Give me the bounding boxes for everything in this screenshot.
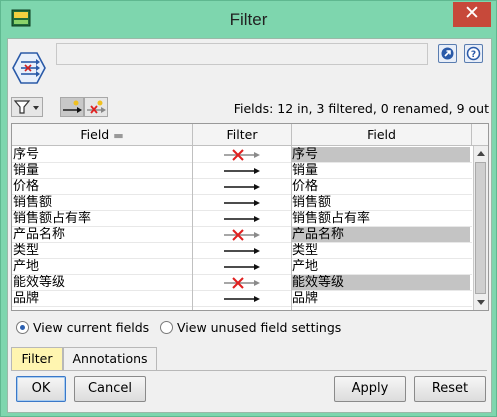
pass-toggle[interactable] [193, 179, 291, 195]
table-row[interactable]: 能效等级 能效等级 [12, 275, 472, 291]
output-field-name[interactable]: 销售额 [292, 195, 470, 211]
header-corner [472, 124, 488, 146]
scroll-up-icon[interactable] [474, 147, 488, 161]
input-field-name: 销售额 [13, 195, 53, 210]
input-field-name: 产地 [13, 259, 40, 274]
pass-toggle[interactable] [193, 243, 291, 259]
close-button[interactable]: ✕ [453, 2, 491, 27]
pass-arrow-icon [224, 200, 260, 206]
cancel-button[interactable]: Cancel [74, 376, 146, 402]
discard-all-icon [87, 100, 106, 114]
apply-button[interactable]: Apply [334, 376, 406, 402]
table-row[interactable]: 销售额占有率 销售额占有率 [12, 211, 472, 227]
output-field-name[interactable]: 品牌 [292, 291, 470, 307]
help-icon: ? [466, 46, 481, 61]
discard-all-button[interactable] [84, 97, 108, 117]
scroll-thumb[interactable] [475, 162, 486, 294]
output-field-name[interactable]: 产地 [292, 259, 470, 275]
table-row[interactable]: 销量 销量 [12, 163, 472, 179]
ok-button[interactable]: OK [16, 376, 66, 402]
view-current-fields-option[interactable]: View current fields [16, 320, 149, 335]
output-field-name[interactable]: 销量 [292, 163, 470, 179]
fields-summary: Fields: 12 in, 3 filtered, 0 renamed, 9 … [233, 101, 489, 116]
open-node-icon [441, 47, 454, 60]
tab-annotations[interactable]: Annotations [63, 347, 157, 370]
output-field-name[interactable]: 销售额占有率 [292, 211, 470, 227]
svg-text:?: ? [471, 50, 476, 60]
reset-button[interactable]: Reset [414, 376, 486, 402]
view-unused-radio[interactable] [160, 321, 173, 334]
output-field-name[interactable]: 序号 [292, 147, 470, 163]
input-field-name: 序号 [13, 147, 40, 162]
table-row[interactable]: 产地 产地 [12, 259, 472, 275]
input-field-name: 销量 [13, 163, 40, 178]
table-row[interactable]: 销售额 销售额 [12, 195, 472, 211]
table-row[interactable]: 产品名称 产品名称 [12, 227, 472, 243]
window-title: Filter [229, 10, 268, 29]
tab-filter[interactable]: Filter [11, 347, 63, 370]
title-bar[interactable]: Filter ✕ [1, 1, 496, 39]
grid-vertical-scrollbar[interactable] [473, 146, 488, 310]
filter-node-icon [12, 52, 46, 84]
input-field-name: 类型 [13, 243, 40, 258]
close-icon: ✕ [464, 2, 480, 24]
input-field-name: 品牌 [13, 291, 40, 306]
pass-arrow-icon [224, 264, 260, 270]
column-divider [192, 146, 193, 310]
filtered-arrow-icon [224, 277, 260, 289]
filtered-toggle[interactable] [193, 147, 291, 163]
filter-dialog: Filter ✕ ? Fields: 12 in, 3 filtered, 0 … [0, 0, 497, 417]
output-field-header[interactable]: Field [292, 124, 472, 146]
filter-header[interactable]: Filter [193, 124, 292, 146]
input-field-name: 能效等级 [13, 275, 66, 290]
input-field-header[interactable]: Field ▬ [12, 124, 193, 146]
pass-arrow-icon [224, 296, 260, 302]
filtered-toggle[interactable] [193, 227, 291, 243]
output-field-name[interactable]: 类型 [292, 243, 470, 259]
input-field-name: 销售额占有率 [13, 211, 92, 226]
tab-divider [11, 370, 487, 371]
pass-toggle[interactable] [193, 291, 291, 307]
output-field-name[interactable]: 价格 [292, 179, 470, 195]
pass-all-icon [63, 100, 82, 113]
output-field-name[interactable]: 能效等级 [292, 275, 470, 291]
pass-arrow-icon [224, 168, 260, 174]
field-filter-grid: Field ▬ Filter Field 序号 序号 销量 销量 价格 价格 销售额 销售额销… [11, 123, 489, 311]
pass-toggle[interactable] [193, 211, 291, 227]
column-divider [291, 146, 292, 310]
output-field-name[interactable]: 产品名称 [292, 227, 470, 243]
pass-toggle[interactable] [193, 163, 291, 179]
row-divider [12, 306, 472, 307]
filtered-arrow-icon [224, 149, 260, 161]
table-row[interactable]: 价格 价格 [12, 179, 472, 195]
table-row[interactable]: 序号 序号 [12, 147, 472, 163]
table-row[interactable]: 类型 类型 [12, 243, 472, 259]
pass-arrow-icon [224, 216, 260, 222]
filtered-arrow-icon [224, 229, 260, 241]
input-field-name: 产品名称 [13, 227, 66, 242]
dialog-body: ? Fields: 12 in, 3 filtered, 0 renamed, … [7, 38, 492, 413]
open-node-button[interactable] [438, 44, 457, 63]
view-current-radio[interactable] [16, 321, 29, 334]
help-button[interactable]: ? [464, 44, 483, 63]
node-name-field[interactable] [56, 43, 428, 65]
scroll-down-icon[interactable] [474, 295, 488, 309]
filter-options-menu[interactable] [11, 97, 43, 117]
pass-toggle[interactable] [193, 259, 291, 275]
pass-all-button[interactable] [60, 97, 84, 117]
table-row[interactable]: 品牌 品牌 [12, 291, 472, 307]
pass-arrow-icon [224, 184, 260, 190]
pass-arrow-icon [224, 248, 260, 254]
funnel-icon [13, 100, 39, 114]
view-unused-settings-option[interactable]: View unused field settings [160, 320, 341, 335]
sort-icon: ▬ [113, 129, 124, 142]
pass-toggle[interactable] [193, 195, 291, 211]
filtered-toggle[interactable] [193, 275, 291, 291]
input-field-name: 价格 [13, 179, 40, 194]
